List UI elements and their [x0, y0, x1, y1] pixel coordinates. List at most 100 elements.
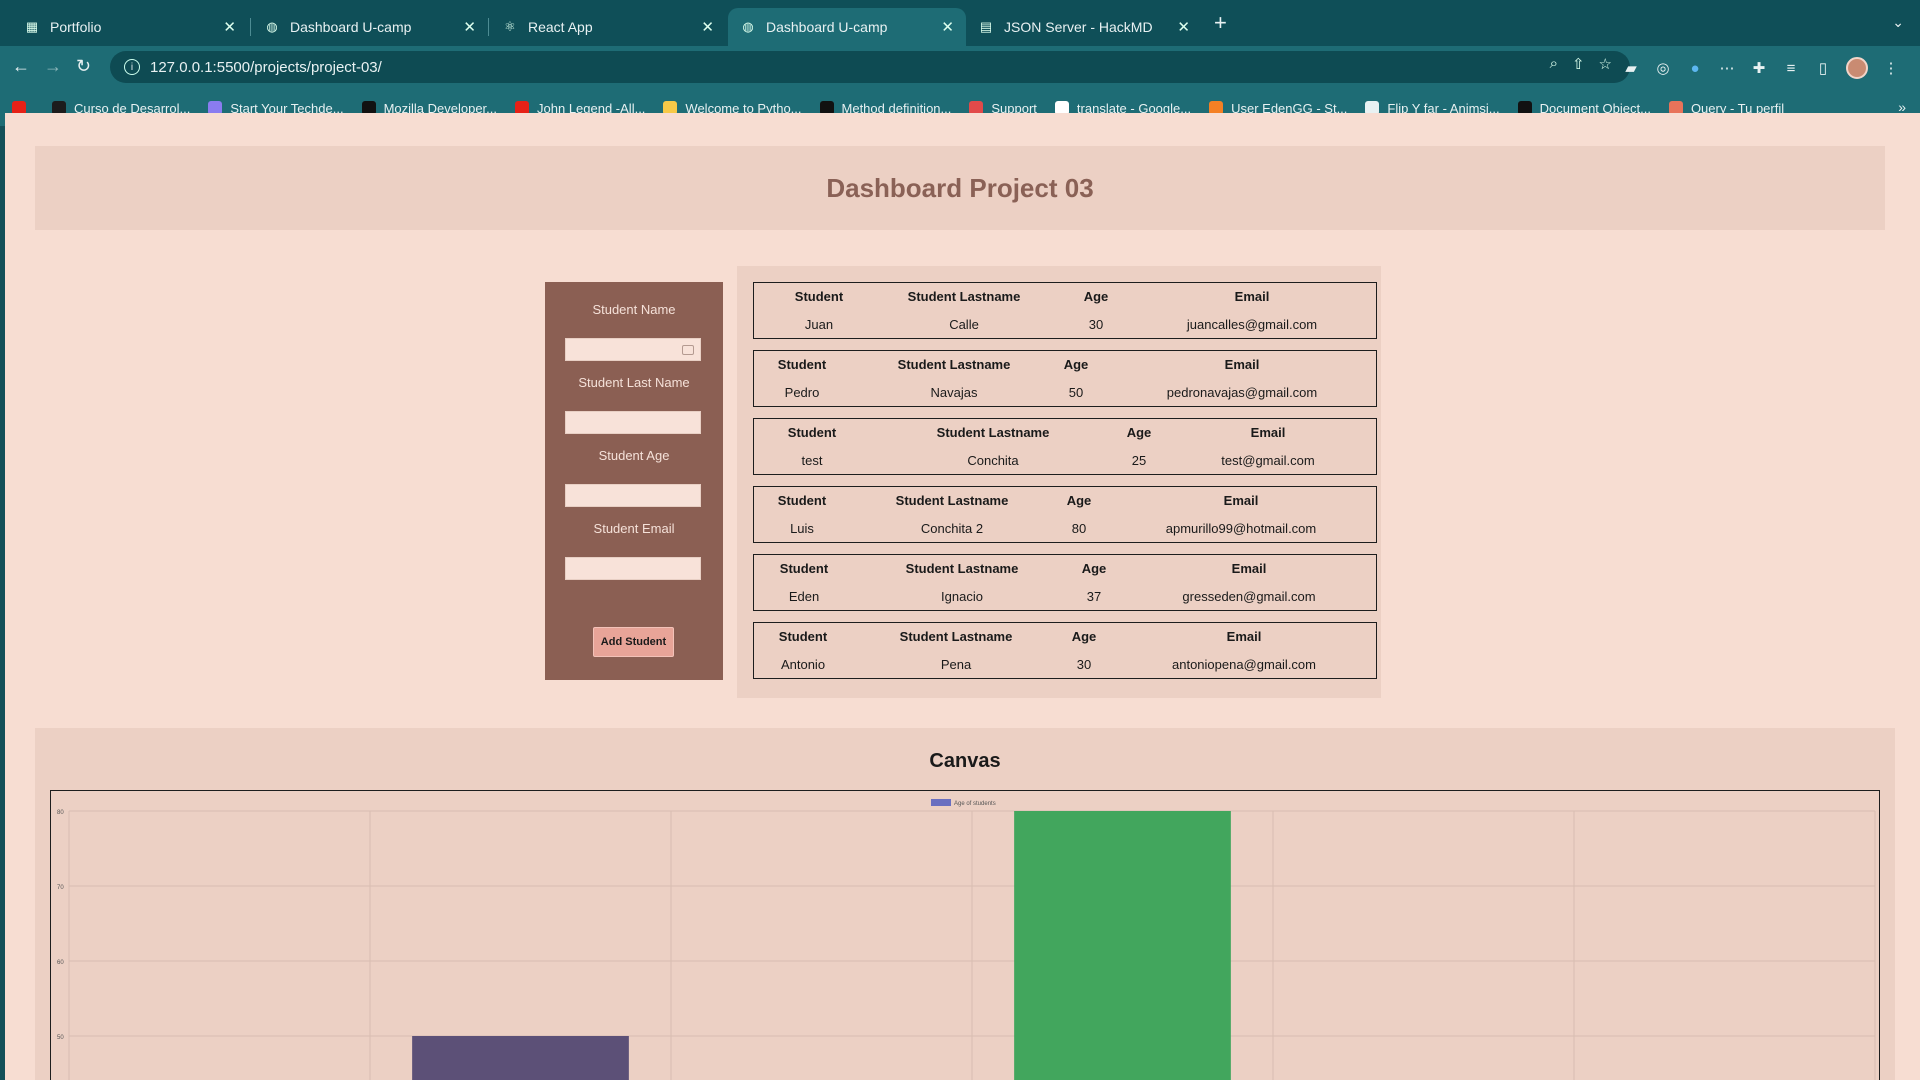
header-cell-age: Age — [1063, 357, 1089, 372]
document-icon: ▤ — [979, 19, 993, 34]
close-icon[interactable]: ✕ — [1177, 18, 1190, 36]
autofill-icon[interactable] — [682, 345, 694, 355]
tab-separator — [250, 18, 251, 36]
cell-lastname: Calle — [949, 317, 979, 332]
info-icon[interactable]: i — [124, 59, 140, 75]
tab-separator — [488, 18, 489, 36]
header-cell-age: Age — [1081, 561, 1107, 576]
cell-student: Luis — [790, 521, 814, 536]
student-age-label: Student Age — [598, 448, 670, 463]
tab-react-app[interactable]: ⚛ React App ✕ — [490, 8, 726, 46]
close-icon[interactable]: ✕ — [941, 18, 954, 36]
reload-icon[interactable]: ↻ — [76, 56, 91, 77]
cell-email: apmurillo99@hotmail.com — [1165, 521, 1317, 536]
tab-json-server-hackmd[interactable]: ▤ JSON Server - HackMD ✕ — [966, 8, 1202, 46]
flag-icon: ▦ — [25, 19, 39, 34]
more-icon[interactable]: ⋮ — [1882, 59, 1900, 77]
tab-title: React App — [528, 19, 593, 35]
puzzle-icon[interactable]: ✚ — [1750, 59, 1768, 77]
header-cell-student: Student — [777, 493, 827, 508]
close-icon[interactable]: ✕ — [701, 18, 714, 36]
header-cell-email: Email — [1250, 425, 1286, 440]
side-panel-icon[interactable]: ▯ — [1814, 59, 1832, 77]
table-header-row: Student Student Lastname Age Email — [754, 357, 1378, 377]
student-lastname-input[interactable] — [565, 411, 701, 434]
star-icon[interactable]: ☆ — [1599, 55, 1612, 73]
forward-icon[interactable]: → — [44, 56, 62, 77]
tab-title: Dashboard U-camp — [290, 19, 412, 35]
table-header-row: Student Student Lastname Age Email — [754, 425, 1378, 445]
header-cell-age: Age — [1126, 425, 1152, 440]
students-table: Student Student Lastname Age Email Juan Calle… — [737, 266, 1381, 698]
student-form: Student Name Student Last Name Student A… — [545, 282, 723, 680]
header-cell-student: Student — [794, 289, 844, 304]
legend-label: Age of students — [954, 801, 996, 807]
header-cell-email: Email — [1234, 289, 1270, 304]
header-cell-student: Student — [777, 357, 827, 372]
avatar[interactable] — [1846, 57, 1868, 79]
cell-lastname: Navajas — [930, 385, 978, 400]
header-cell-email: Email — [1224, 357, 1260, 372]
back-icon[interactable]: ← — [12, 56, 30, 77]
header-cell-lastname: Student Lastname — [897, 357, 1011, 372]
extension-icon[interactable]: ● — [1686, 59, 1704, 77]
student-card: Student Student Lastname Age Email Antonio Pe… — [753, 622, 1377, 679]
extension-icon[interactable]: ◎ — [1654, 59, 1672, 77]
chevron-down-icon[interactable]: ⌄ — [1892, 14, 1904, 31]
header-cell-lastname: Student Lastname — [907, 289, 1021, 304]
student-email-input[interactable] — [565, 557, 701, 580]
zoom-icon[interactable]: ⌕ — [1550, 55, 1558, 73]
extension-icon[interactable]: ⋯ — [1718, 59, 1736, 77]
header-cell-student: Student — [787, 425, 837, 440]
table-header-row: Student Student Lastname Age Email — [754, 493, 1378, 513]
close-icon[interactable]: ✕ — [463, 18, 476, 36]
share-icon[interactable]: ⇧ — [1572, 55, 1585, 73]
new-tab-icon[interactable]: + — [1214, 10, 1227, 36]
tab-dashboard-ucamp-active[interactable]: ◍ Dashboard U-camp ✕ — [728, 8, 966, 46]
cell-email: gresseden@gmail.com — [1182, 589, 1316, 604]
header-panel: Dashboard Project 03 — [35, 146, 1885, 230]
tab-title: Portfolio — [50, 19, 102, 35]
cell-email: antoniopena@gmail.com — [1171, 657, 1317, 672]
globe-icon: ◍ — [266, 19, 278, 34]
cell-lastname: Pena — [940, 657, 972, 672]
student-card: Student Student Lastname Age Email Luis Conch… — [753, 486, 1377, 543]
dashboard-section: Student Name Student Last Name Student A… — [545, 266, 1381, 698]
cell-age: 30 — [1076, 657, 1092, 672]
cell-age: 37 — [1086, 589, 1102, 604]
canvas-title: Canvas — [929, 750, 1001, 772]
header-cell-lastname: Student Lastname — [905, 561, 1019, 576]
student-name-input[interactable] — [565, 338, 701, 361]
close-icon[interactable]: ✕ — [223, 18, 236, 36]
cell-lastname: Ignacio — [941, 589, 983, 604]
header-cell-lastname: Student Lastname — [936, 425, 1050, 440]
bar-pedro — [412, 1036, 629, 1080]
student-email-label: Student Email — [593, 521, 675, 536]
table-header-row: Student Student Lastname Age Email — [754, 561, 1378, 581]
student-age-input[interactable] — [565, 484, 701, 507]
tab-dashboard-ucamp[interactable]: ◍ Dashboard U-camp ✕ — [252, 8, 488, 46]
table-row: Antonio Pena 30 antoniopena@gmail.com — [754, 657, 1378, 677]
header-cell-lastname: Student Lastname — [895, 493, 1009, 508]
y-tick-label: 70 — [57, 885, 64, 891]
cell-email: juancalles@gmail.com — [1186, 317, 1318, 332]
reading-list-icon[interactable]: ≡ — [1782, 59, 1800, 77]
table-row: Eden Ignacio 37 gresseden@gmail.com — [754, 589, 1378, 609]
student-card: Student Student Lastname Age Email Juan Calle… — [753, 282, 1377, 339]
address-bar[interactable]: i 127.0.0.1:5500/projects/project-03/ ⌕ … — [110, 51, 1630, 83]
browser-toolbar: ← → ↻ i 127.0.0.1:5500/projects/project-… — [0, 46, 1920, 90]
react-icon: ⚛ — [504, 19, 516, 34]
globe-icon: ◍ — [742, 19, 754, 34]
student-lastname-label: Student Last Name — [578, 375, 690, 390]
header-cell-age: Age — [1071, 629, 1097, 644]
add-student-button[interactable]: Add Student — [593, 627, 674, 657]
cell-email: test@gmail.com — [1221, 453, 1315, 468]
student-name-label: Student Name — [592, 302, 676, 317]
table-row: test Conchita 25 test@gmail.com — [754, 453, 1378, 473]
browser-tab-strip: ▦ Portfolio ✕ ◍ Dashboard U-camp ✕ ⚛ Rea… — [0, 0, 1920, 46]
extension-icon[interactable]: ▰ — [1622, 59, 1640, 77]
student-card: Student Student Lastname Age Email test Conch… — [753, 418, 1377, 475]
student-card: Student Student Lastname Age Email Pedro Nava… — [753, 350, 1377, 407]
tab-portfolio[interactable]: ▦ Portfolio ✕ — [12, 8, 248, 46]
table-row: Pedro Navajas 50 pedronavajas@gmail.com — [754, 385, 1378, 405]
